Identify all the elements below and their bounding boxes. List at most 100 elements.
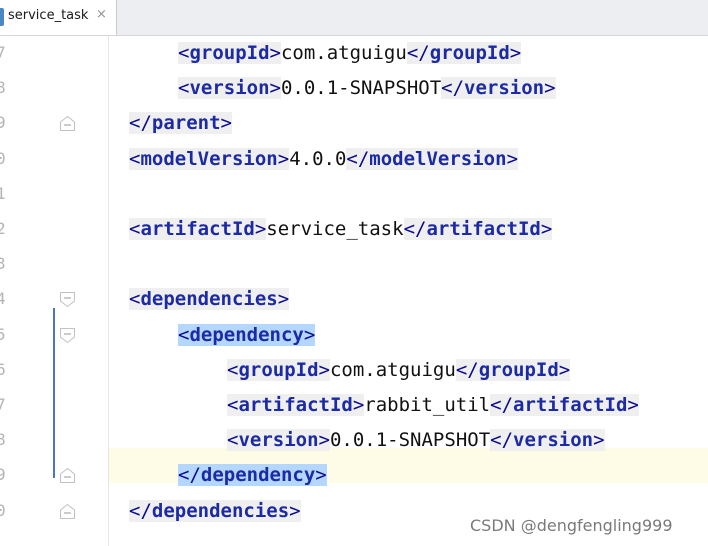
code-line[interactable]: </dependencies>	[129, 494, 301, 529]
closing-tag: </dependencies>	[129, 499, 301, 522]
tag-bracket: >	[352, 394, 365, 416]
tag-bracket: <	[129, 288, 141, 311]
tag-name: version	[238, 429, 319, 452]
code-line[interactable]: <groupId>com.atguigu</groupId>	[227, 353, 571, 388]
tag-bracket: >	[254, 218, 267, 240]
tag-name: groupId	[478, 358, 559, 381]
tag-bracket: </	[455, 358, 479, 381]
file-type-marker	[0, 8, 4, 26]
tag-bracket: </	[129, 499, 152, 522]
opening-tag: <artifactId>	[227, 394, 365, 416]
tab-close-icon[interactable]: ×	[96, 7, 107, 22]
tag-bracket: <	[178, 77, 190, 100]
tag-bracket: </	[346, 147, 370, 170]
tag-name: parent	[151, 112, 221, 135]
tag-name: groupId	[189, 42, 270, 64]
tag-value: 0.0.1-SNAPSHOT	[329, 429, 491, 452]
tag-bracket: >	[269, 77, 281, 100]
line-number: 5	[0, 324, 6, 344]
tag-bracket: <	[178, 42, 190, 64]
opening-tag: <modelVersion>	[129, 147, 290, 170]
opening-tag: <dependencies>	[129, 288, 290, 311]
tag-name: artifactId	[513, 394, 628, 416]
tag-name: modelVersion	[369, 147, 507, 170]
code-line[interactable]: <version>0.0.1-SNAPSHOT</version>	[227, 423, 605, 458]
code-line[interactable]: <modelVersion>4.0.0</modelVersion>	[129, 142, 519, 177]
tag-bracket: >	[277, 288, 290, 311]
line-number: 7	[0, 395, 6, 414]
tag-bracket: <	[129, 218, 141, 240]
tab-service-task[interactable]: service_task ×	[0, 0, 117, 35]
closing-tag: </artifactId>	[403, 218, 553, 240]
tag-name: dependency	[189, 323, 304, 346]
line-number: 6	[0, 359, 6, 379]
line-number: 4	[0, 289, 6, 309]
code-editor[interactable]: 7 <groupId>com.atguigu</groupId> 8 <version…	[0, 36, 708, 546]
code-line[interactable]: </parent>	[129, 106, 232, 141]
fold-end-icon[interactable]	[59, 115, 76, 132]
closing-tag: </artifactId>	[490, 394, 639, 416]
tag-bracket: >	[269, 42, 281, 64]
tag-name: artifactId	[238, 394, 353, 416]
tag-name: groupId	[238, 358, 319, 381]
tag-bracket: </	[490, 394, 514, 416]
tag-name: version	[513, 429, 594, 452]
tag-bracket: >	[289, 499, 301, 522]
tag-bracket: >	[303, 323, 316, 346]
opening-tag: <version>	[227, 429, 330, 452]
tag-bracket: <	[129, 147, 141, 170]
tag-name: dependencies	[140, 288, 278, 311]
editor-tab-bar: service_task ×	[0, 0, 708, 36]
closing-tag: </groupId>	[455, 358, 571, 381]
tag-name: dependency	[200, 464, 316, 487]
tag-value: 0.0.1-SNAPSHOT	[280, 77, 442, 100]
fold-end-icon[interactable]	[59, 467, 76, 484]
line-number: 9	[0, 465, 6, 485]
code-line[interactable]: <dependencies>	[129, 282, 290, 317]
opening-tag: <groupId>	[178, 42, 281, 64]
tag-bracket: </	[406, 42, 430, 64]
tag-bracket: >	[315, 464, 327, 487]
tag-bracket: >	[558, 358, 571, 381]
gutter-divider	[108, 36, 109, 546]
line-number: 3	[0, 254, 6, 274]
code-line[interactable]: <artifactId>service_task</artifactId>	[129, 212, 553, 247]
tag-bracket: >	[509, 42, 522, 64]
line-number: 8	[0, 78, 6, 98]
tag-value: rabbit_util	[364, 394, 491, 416]
tag-bracket: <	[227, 394, 239, 416]
tag-name: artifactId	[140, 218, 255, 240]
tag-bracket: >	[277, 147, 290, 170]
closing-tag: </dependency>	[178, 464, 327, 487]
tag-value: com.atguigu	[280, 42, 407, 64]
code-line[interactable]: <groupId>com.atguigu</groupId>	[178, 36, 522, 71]
tag-value: com.atguigu	[329, 358, 456, 381]
tag-bracket: >	[540, 218, 553, 240]
opening-tag: <dependency>	[178, 323, 316, 346]
line-number: 9	[0, 113, 6, 133]
tag-bracket: <	[227, 358, 239, 381]
tag-bracket: <	[227, 429, 239, 452]
fold-start-icon[interactable]	[59, 291, 76, 308]
tag-bracket: >	[318, 358, 330, 381]
tag-value: service_task	[266, 218, 404, 240]
scope-indicator	[53, 308, 55, 478]
line-number: 0	[0, 148, 6, 168]
closing-tag: </groupId>	[406, 42, 522, 64]
tag-bracket: >	[318, 429, 330, 452]
tab-title: service_task	[8, 8, 89, 23]
tag-bracket: >	[544, 77, 556, 100]
tag-name: groupId	[429, 42, 510, 64]
code-line[interactable]: <artifactId>rabbit_util</artifactId>	[227, 388, 639, 423]
tag-name: modelVersion	[140, 147, 278, 170]
code-line[interactable]: </dependency>	[178, 458, 327, 493]
code-line[interactable]: <version>0.0.1-SNAPSHOT</version>	[178, 71, 556, 106]
fold-end-icon[interactable]	[59, 503, 76, 520]
line-number: 1	[0, 183, 6, 203]
tag-name: dependencies	[151, 499, 290, 522]
tag-bracket: </	[178, 464, 201, 487]
watermark: CSDN @dengfengling999	[470, 516, 673, 535]
line-number: 2	[0, 219, 6, 238]
code-line[interactable]: <dependency>	[178, 318, 316, 353]
fold-start-icon[interactable]	[59, 327, 76, 344]
